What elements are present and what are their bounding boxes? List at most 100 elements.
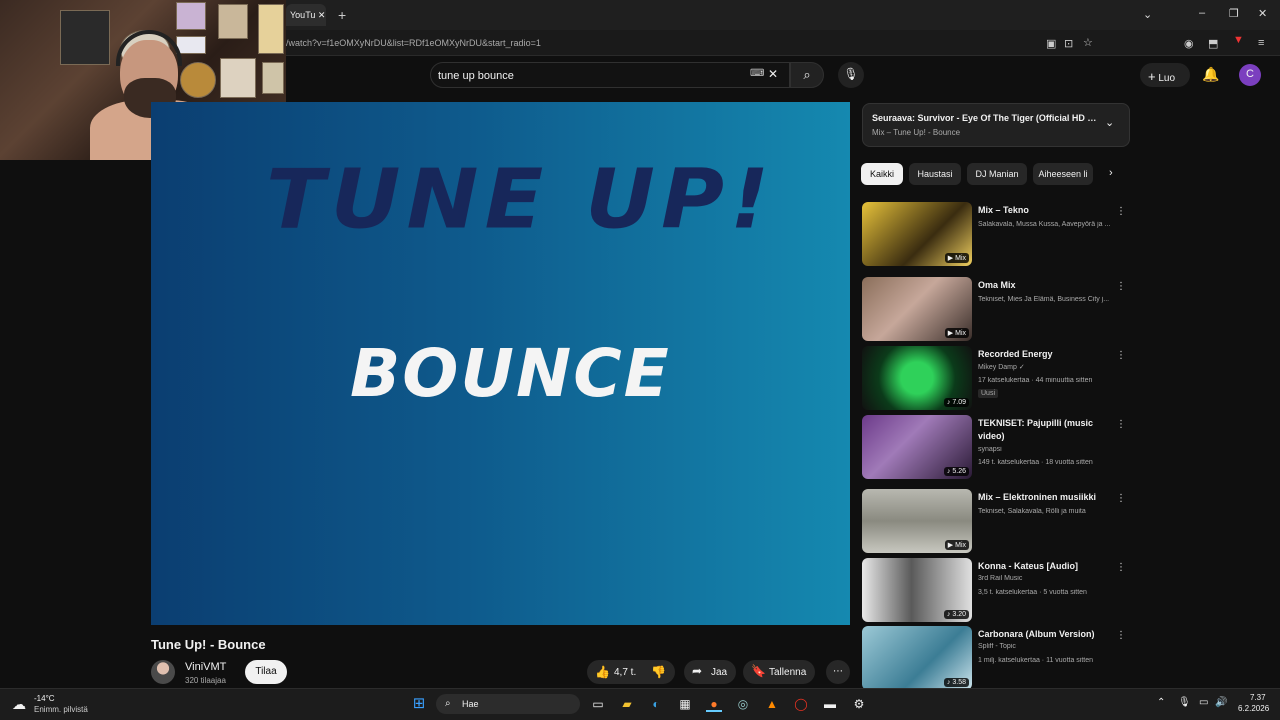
- extensions-icon[interactable]: ⬒: [1208, 37, 1218, 50]
- more-vert-icon[interactable]: ⋮: [1116, 562, 1126, 573]
- new-badge: Uusi: [978, 389, 999, 398]
- item-title[interactable]: Konna - Kateus [Audio]: [978, 560, 1118, 573]
- ublock-icon[interactable]: ▼: [1233, 34, 1244, 46]
- file-explorer-icon[interactable]: ▰: [619, 696, 635, 712]
- clear-search-icon[interactable]: ✕: [768, 67, 778, 81]
- more-vert-icon[interactable]: ⋮: [1116, 630, 1126, 641]
- thumbnail[interactable]: ♪ 5.26: [862, 415, 972, 479]
- item-title[interactable]: Recorded Energy: [978, 348, 1118, 361]
- duration-badge: ♪ 5.26: [943, 467, 969, 476]
- windows-start-icon[interactable]: ⊞: [411, 696, 427, 712]
- tab-close-icon[interactable]: ✕: [318, 10, 326, 20]
- voice-search-button[interactable]: 🎙: [838, 62, 864, 88]
- taskbar-search[interactable]: ⌕ Hae: [436, 694, 580, 714]
- create-label: Luo: [1158, 73, 1176, 84]
- bookmark-icon: 🔖: [751, 664, 766, 678]
- item-meta: 1 milj. katselukertaa · 11 vuotta sitten: [978, 657, 1094, 664]
- item-title[interactable]: Mix – Elektroninen musiikki: [978, 491, 1118, 504]
- more-actions-button[interactable]: ⋯: [826, 660, 850, 684]
- minimize-icon[interactable]: –: [1199, 7, 1205, 19]
- thumbnail[interactable]: ▶ Mix: [862, 489, 972, 553]
- list-item[interactable]: ♪ 7.09 Recorded Energy Mikey Damp ✓ 17 k…: [862, 346, 1130, 410]
- chevron-right-icon[interactable]: ›: [1109, 167, 1113, 179]
- plus-icon: +: [1148, 69, 1156, 84]
- task-view-icon[interactable]: ▭: [590, 696, 606, 712]
- create-button[interactable]: + Luo: [1140, 63, 1190, 87]
- chip-haustasi[interactable]: Haustasi: [909, 163, 961, 185]
- up-next-card[interactable]: [862, 103, 1130, 147]
- account-icon[interactable]: ◉: [1184, 37, 1194, 50]
- more-vert-icon[interactable]: ⋮: [1116, 281, 1126, 292]
- tab-list-chevron-icon[interactable]: ⌄: [1143, 8, 1152, 21]
- more-vert-icon[interactable]: ⋮: [1116, 206, 1126, 217]
- tray-chevron-up-icon[interactable]: ⌃: [1157, 697, 1165, 708]
- vlc-icon[interactable]: ▲: [764, 696, 780, 712]
- wall-poster: [180, 62, 216, 98]
- settings-gear-icon[interactable]: ⚙: [851, 696, 867, 712]
- chevron-down-icon[interactable]: ⌄: [1105, 116, 1114, 129]
- new-tab-icon[interactable]: +: [338, 7, 346, 23]
- chip-all[interactable]: Kaikki: [861, 163, 903, 185]
- save-button[interactable]: 🔖 Tallenna: [743, 660, 815, 684]
- user-avatar[interactable]: C: [1239, 64, 1261, 86]
- clock-time[interactable]: 7.37: [1250, 693, 1266, 702]
- list-item[interactable]: ♪ 3.20 Konna - Kateus [Audio] 3rd Rail M…: [862, 558, 1130, 622]
- item-title[interactable]: TEKNISET: Pajupilli (music video): [978, 417, 1118, 443]
- more-vert-icon[interactable]: ⋮: [1116, 493, 1126, 504]
- chip-dj-manian[interactable]: DJ Manian: [967, 163, 1027, 185]
- subscribe-button[interactable]: Tilaa: [245, 660, 287, 684]
- more-vert-icon[interactable]: ⋮: [1116, 350, 1126, 361]
- thumbnail[interactable]: ▶ Mix: [862, 202, 972, 266]
- item-title[interactable]: Carbonara (Album Version): [978, 628, 1118, 641]
- like-dislike-group: 👍 4,7 t. 👎: [587, 660, 675, 684]
- thumbnail[interactable]: ▶ Mix: [862, 277, 972, 341]
- menu-icon[interactable]: ≡: [1258, 37, 1264, 49]
- search-button[interactable]: ⌕: [790, 62, 824, 88]
- wall-poster: [262, 62, 284, 94]
- notifications-bell-icon[interactable]: 🔔: [1202, 66, 1219, 83]
- restore-icon[interactable]: ❐: [1229, 7, 1239, 20]
- like-icon[interactable]: 👍: [595, 665, 610, 679]
- item-title[interactable]: Mix – Tekno: [978, 204, 1118, 217]
- search-icon: ⌕: [803, 67, 811, 82]
- channel-avatar[interactable]: [151, 660, 175, 684]
- weather-temp[interactable]: -14°C: [34, 694, 55, 703]
- browser-tab[interactable]: YouTu ✕: [286, 4, 326, 26]
- tray-network-icon[interactable]: ▭: [1199, 697, 1208, 708]
- tray-mic-icon[interactable]: 🎙: [1178, 697, 1191, 708]
- reader-icon[interactable]: ▣: [1046, 37, 1056, 50]
- chip-related[interactable]: Aiheeseen li: [1033, 163, 1093, 185]
- item-title[interactable]: Oma Mix: [978, 279, 1118, 292]
- store-icon[interactable]: ▦: [677, 696, 693, 712]
- bookmark-star-icon[interactable]: ☆: [1083, 36, 1093, 49]
- opera-icon[interactable]: ◯: [793, 696, 809, 712]
- thumbnail[interactable]: ♪ 3.58: [862, 626, 972, 690]
- more-vert-icon[interactable]: ⋮: [1116, 419, 1126, 430]
- share-button[interactable]: ➦ Jaa: [684, 660, 736, 684]
- tray-volume-icon[interactable]: 🔊: [1215, 697, 1227, 708]
- edge-icon[interactable]: ◐: [648, 696, 664, 712]
- keyboard-icon[interactable]: ⌨: [750, 68, 764, 79]
- list-item[interactable]: ♪ 3.58 Carbonara (Album Version) Spliff …: [862, 626, 1130, 690]
- list-item[interactable]: ▶ Mix Oma Mix Tekniset, Mies Ja Elämä, B…: [862, 277, 1130, 341]
- window-close-icon[interactable]: ✕: [1258, 7, 1267, 20]
- item-line1: Tekniset, Salakavala, Rölli ja muita: [978, 508, 1086, 515]
- list-item[interactable]: ▶ Mix Mix – Elektroninen musiikki Teknis…: [862, 489, 1130, 553]
- share-label: Jaa: [711, 667, 728, 678]
- dislike-icon[interactable]: 👎: [651, 665, 666, 679]
- thumbnail[interactable]: ♪ 7.09: [862, 346, 972, 410]
- url-field[interactable]: /watch?v=f1eOMXyNrDU&list=RDf1eOMXyNrDU&…: [286, 38, 541, 48]
- thumbnail[interactable]: ♪ 3.20: [862, 558, 972, 622]
- firefox-icon[interactable]: ●: [706, 696, 722, 712]
- channel-name[interactable]: ViniVMT: [185, 661, 226, 673]
- search-input[interactable]: tune up bounce: [438, 70, 514, 82]
- weather-cloud-icon[interactable]: ☁: [12, 696, 26, 713]
- wall-poster: [220, 58, 256, 98]
- list-item[interactable]: ♪ 5.26 TEKNISET: Pajupilli (music video)…: [862, 415, 1130, 479]
- steam-icon[interactable]: ◎: [735, 696, 751, 712]
- list-item[interactable]: ▶ Mix Mix – Tekno Salakavala, Mussa Kuss…: [862, 202, 1130, 266]
- clock-date[interactable]: 6.2.2026: [1238, 704, 1269, 713]
- weather-desc[interactable]: Enimm. pilvistä: [34, 705, 88, 714]
- terminal-icon[interactable]: ▬: [822, 696, 838, 712]
- download-icon[interactable]: ⊡: [1064, 37, 1073, 50]
